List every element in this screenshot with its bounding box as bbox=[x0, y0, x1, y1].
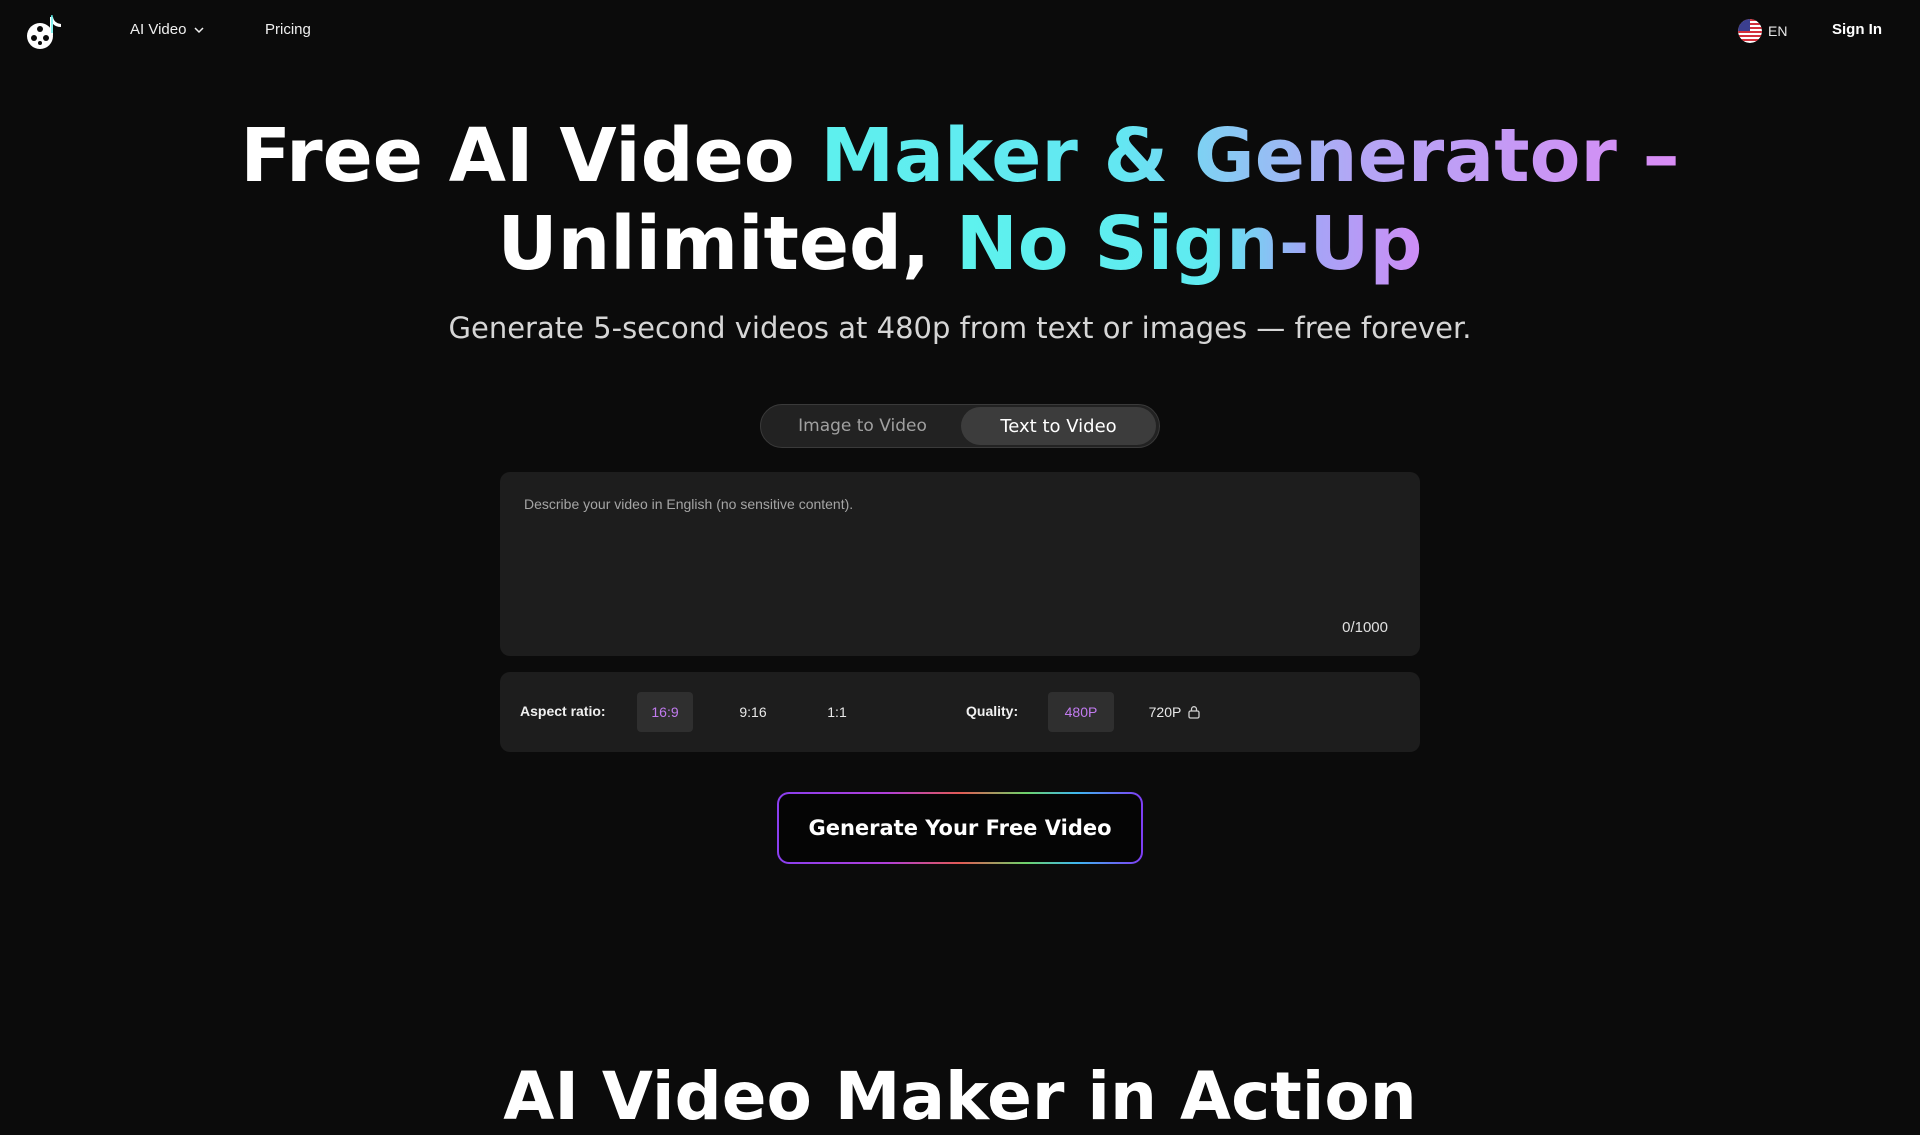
aspect-9-16-option[interactable]: 9:16 bbox=[724, 692, 782, 732]
character-counter: 0/1000 bbox=[1342, 619, 1388, 636]
quality-label: Quality: bbox=[966, 703, 1019, 719]
quality-720p-label: 720P bbox=[1148, 704, 1182, 720]
next-section-heading: AI Video Maker in Action bbox=[503, 1058, 1417, 1135]
quality-720p-option[interactable]: 720P bbox=[1140, 692, 1210, 732]
mode-tabs: Image to Video Text to Video bbox=[760, 404, 1160, 448]
language-code: EN bbox=[1768, 23, 1788, 39]
prompt-panel: 0/1000 bbox=[500, 472, 1420, 656]
options-panel: Aspect ratio: 16:9 9:16 1:1 Quality: 480… bbox=[500, 672, 1420, 752]
lock-icon bbox=[1188, 706, 1200, 719]
hero-title-part3: Unlimited, bbox=[497, 201, 956, 287]
aspect-ratio-label: Aspect ratio: bbox=[520, 703, 606, 719]
tab-text-to-video[interactable]: Text to Video bbox=[961, 407, 1156, 445]
tab-image-to-video[interactable]: Image to Video bbox=[764, 407, 961, 445]
hero-title-part2: Maker & Generator – bbox=[820, 113, 1680, 199]
us-flag-icon bbox=[1738, 19, 1762, 43]
nav-ai-video-menu[interactable]: AI Video bbox=[130, 21, 205, 38]
generate-button[interactable]: Generate Your Free Video bbox=[777, 792, 1143, 864]
generate-button-label: Generate Your Free Video bbox=[779, 794, 1141, 862]
quality-480p-option[interactable]: 480P bbox=[1048, 692, 1114, 732]
prompt-input[interactable] bbox=[524, 496, 1394, 606]
sign-in-button[interactable]: Sign In bbox=[1832, 21, 1882, 38]
hero-title: Free AI Video Maker & Generator – Unlimi… bbox=[0, 112, 1920, 288]
top-nav: AI Video Pricing EN Sign In bbox=[0, 0, 1920, 64]
hero-title-part4: No Sign-Up bbox=[955, 201, 1423, 287]
aspect-1-1-option[interactable]: 1:1 bbox=[812, 692, 862, 732]
logo-icon[interactable] bbox=[23, 11, 65, 53]
language-selector[interactable]: EN bbox=[1738, 19, 1787, 43]
nav-ai-video-label: AI Video bbox=[130, 21, 187, 38]
nav-pricing-link[interactable]: Pricing bbox=[265, 21, 311, 38]
chevron-down-icon bbox=[194, 26, 204, 33]
aspect-16-9-option[interactable]: 16:9 bbox=[637, 692, 693, 732]
hero-subtitle: Generate 5-second videos at 480p from te… bbox=[448, 311, 1472, 345]
hero-title-part1: Free AI Video bbox=[240, 113, 821, 199]
